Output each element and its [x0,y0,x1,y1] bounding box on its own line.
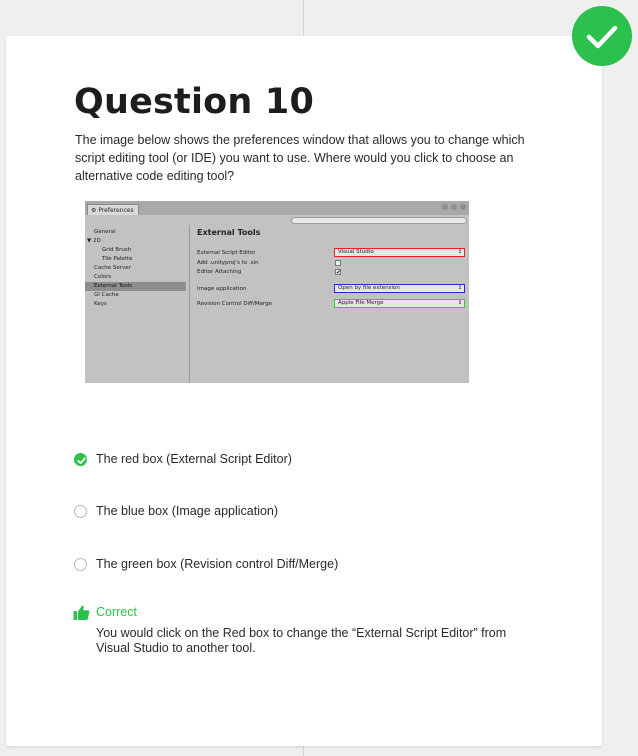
answer-option-label: The green box (Revision control Diff/Mer… [96,557,339,571]
gear-icon: ⚙ [91,207,97,214]
panel-title: External Tools [197,228,261,237]
answer-option-label: The red box (External Script Editor) [96,452,292,466]
answer-option-label: The blue box (Image application) [96,504,279,518]
preferences-tab: ⚙ Preferences [87,204,139,215]
check-icon: ✔ [336,269,342,276]
radio-button-icon[interactable] [74,504,87,518]
window-menu-icon [451,204,457,210]
image-application-dropdown: Open by file extension ↕ [334,284,465,293]
sidebar-item-tile-palette: Tile Palette [102,256,133,262]
preferences-screenshot: ⚙ Preferences General ▼ 2D Grid Brush Ti… [85,201,469,383]
editor-attaching-checkbox: ✔ [335,269,342,276]
answer-option-green-box[interactable]: The green box (Revision control Diff/Mer… [74,556,338,572]
radio-checked-icon[interactable] [74,452,87,466]
sidebar-item-keys: Keys [94,301,107,307]
sidebar-item-general: General [94,229,116,235]
answer-option-red-box[interactable]: The red box (External Script Editor) [74,451,292,467]
dropdown-arrow-icon: ↕ [457,249,462,255]
add-unityproj-label: Add .unityproj's to .sln [197,260,259,266]
question-title: Question 10 [74,82,315,122]
sidebar-item-grid-brush: Grid Brush [102,247,132,253]
radio-button-icon[interactable] [74,557,87,571]
window-titlebar [85,201,469,215]
external-script-editor-value: Visual Studio [338,249,374,255]
image-application-label: Image application [197,286,247,292]
checkmark-icon [77,456,86,464]
question-text: The image below shows the preferences wi… [75,133,525,183]
sidebar-item-gi-cache: GI Cache [94,292,119,298]
checkmark-icon [586,25,618,49]
preferences-sidebar: General ▼ 2D Grid Brush Tile Palette Cac… [85,225,190,383]
sidebar-item-cache-server: Cache Server [94,265,131,271]
revision-control-label: Revision Control Diff/Merge [197,301,272,307]
sidebar-item-colors: Colors [94,274,112,280]
answer-option-blue-box[interactable]: The blue box (Image application) [74,503,278,519]
window-lock-icon [442,204,448,210]
external-script-editor-dropdown: Visual Studio ↕ [334,248,465,257]
preferences-search-field [291,217,467,224]
image-application-value: Open by file extension [338,285,400,291]
sidebar-item-2d: ▼ 2D [87,238,101,244]
revision-control-value: Apple File Merge [338,300,384,306]
feedback-title: Correct [96,605,137,619]
preferences-tab-label: Preferences [98,207,134,214]
feedback-text: You would click on the Red box to change… [96,626,507,655]
dropdown-arrow-icon: ↕ [457,285,462,291]
external-script-editor-label: External Script Editor [197,250,256,256]
window-close-icon [460,204,466,210]
sidebar-item-external-tools: External Tools [85,282,186,291]
dropdown-arrow-icon: ↕ [457,300,462,306]
editor-attaching-label: Editor Attaching [197,269,242,275]
add-unityproj-checkbox [335,260,341,266]
correct-badge [572,6,632,66]
thumbs-up-icon [73,605,90,620]
revision-control-dropdown: Apple File Merge ↕ [334,299,465,308]
